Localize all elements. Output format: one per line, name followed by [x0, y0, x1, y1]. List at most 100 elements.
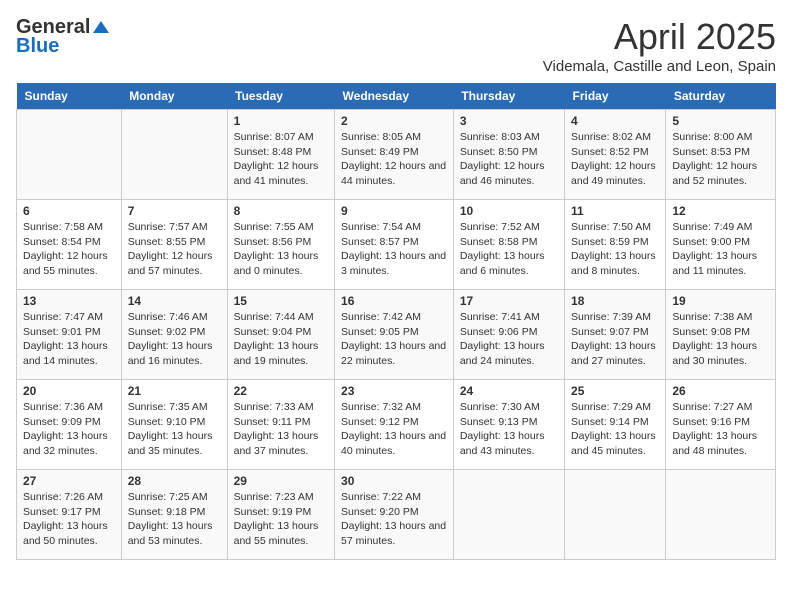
day-info: Sunrise: 7:42 AMSunset: 9:05 PMDaylight:…: [341, 310, 447, 369]
day-number: 23: [341, 384, 447, 398]
day-info: Sunrise: 7:29 AMSunset: 9:14 PMDaylight:…: [571, 400, 659, 459]
day-cell: 19 Sunrise: 7:38 AMSunset: 9:08 PMDayligh…: [666, 290, 776, 380]
day-number: 6: [23, 204, 115, 218]
day-cell: 20 Sunrise: 7:36 AMSunset: 9:09 PMDayligh…: [17, 380, 122, 470]
day-cell: 1 Sunrise: 8:07 AMSunset: 8:48 PMDaylight…: [227, 110, 334, 200]
column-header-tuesday: Tuesday: [227, 83, 334, 110]
day-cell: [453, 470, 564, 560]
day-cell: 18 Sunrise: 7:39 AMSunset: 9:07 PMDayligh…: [565, 290, 666, 380]
day-cell: 11 Sunrise: 7:50 AMSunset: 8:59 PMDayligh…: [565, 200, 666, 290]
day-cell: 6Sunrise: 7:58 AMSunset: 8:54 PMDaylight…: [17, 200, 122, 290]
day-cell: [17, 110, 122, 200]
day-number: 8: [234, 204, 328, 218]
week-row-4: 20 Sunrise: 7:36 AMSunset: 9:09 PMDayligh…: [17, 380, 776, 470]
day-info: Sunrise: 7:52 AMSunset: 8:58 PMDaylight:…: [460, 220, 558, 279]
day-info: Sunrise: 7:54 AMSunset: 8:57 PMDaylight:…: [341, 220, 447, 279]
day-cell: 14 Sunrise: 7:46 AMSunset: 9:02 PMDayligh…: [121, 290, 227, 380]
day-cell: 25 Sunrise: 7:29 AMSunset: 9:14 PMDayligh…: [565, 380, 666, 470]
column-header-saturday: Saturday: [666, 83, 776, 110]
day-cell: 2 Sunrise: 8:05 AMSunset: 8:49 PMDaylight…: [335, 110, 454, 200]
logo-blue: Blue: [16, 35, 59, 58]
day-info: Sunrise: 7:36 AMSunset: 9:09 PMDaylight:…: [23, 400, 115, 459]
calendar-subtitle: Videmala, Castille and Leon, Spain: [543, 58, 776, 75]
day-cell: [565, 470, 666, 560]
day-info: Sunrise: 8:07 AMSunset: 8:48 PMDaylight:…: [234, 130, 328, 189]
day-info: Sunrise: 7:50 AMSunset: 8:59 PMDaylight:…: [571, 220, 659, 279]
day-cell: 8 Sunrise: 7:55 AMSunset: 8:56 PMDaylight…: [227, 200, 334, 290]
day-cell: 10Sunrise: 7:52 AMSunset: 8:58 PMDayligh…: [453, 200, 564, 290]
day-info: Sunrise: 7:32 AMSunset: 9:12 PMDaylight:…: [341, 400, 447, 459]
day-info: Sunrise: 7:39 AMSunset: 9:07 PMDaylight:…: [571, 310, 659, 369]
day-info: Sunrise: 8:00 AMSunset: 8:53 PMDaylight:…: [672, 130, 769, 189]
day-number: 20: [23, 384, 115, 398]
day-number: 5: [672, 114, 769, 128]
day-cell: 15 Sunrise: 7:44 AMSunset: 9:04 PMDayligh…: [227, 290, 334, 380]
day-cell: 27Sunrise: 7:26 AMSunset: 9:17 PMDayligh…: [17, 470, 122, 560]
day-number: 19: [672, 294, 769, 308]
day-cell: 17 Sunrise: 7:41 AMSunset: 9:06 PMDayligh…: [453, 290, 564, 380]
day-cell: 21Sunrise: 7:35 AMSunset: 9:10 PMDayligh…: [121, 380, 227, 470]
title-area: April 2025 Videmala, Castille and Leon, …: [543, 16, 776, 75]
day-info: Sunrise: 7:30 AMSunset: 9:13 PMDaylight:…: [460, 400, 558, 459]
day-cell: 22Sunrise: 7:33 AMSunset: 9:11 PMDayligh…: [227, 380, 334, 470]
day-number: 22: [234, 384, 328, 398]
day-number: 28: [128, 474, 221, 488]
day-cell: 24 Sunrise: 7:30 AMSunset: 9:13 PMDayligh…: [453, 380, 564, 470]
day-info: Sunrise: 7:22 AMSunset: 9:20 PMDaylight:…: [341, 490, 447, 549]
day-number: 12: [672, 204, 769, 218]
column-header-sunday: Sunday: [17, 83, 122, 110]
day-number: 11: [571, 204, 659, 218]
day-info: Sunrise: 7:41 AMSunset: 9:06 PMDaylight:…: [460, 310, 558, 369]
day-cell: 13Sunrise: 7:47 AMSunset: 9:01 PMDayligh…: [17, 290, 122, 380]
day-info: Sunrise: 7:23 AMSunset: 9:19 PMDaylight:…: [234, 490, 328, 549]
day-info: Sunrise: 7:47 AMSunset: 9:01 PMDaylight:…: [23, 310, 115, 369]
day-info: Sunrise: 8:05 AMSunset: 8:49 PMDaylight:…: [341, 130, 447, 189]
day-info: Sunrise: 7:38 AMSunset: 9:08 PMDaylight:…: [672, 310, 769, 369]
day-number: 27: [23, 474, 115, 488]
day-cell: 29 Sunrise: 7:23 AMSunset: 9:19 PMDayligh…: [227, 470, 334, 560]
header-row: SundayMondayTuesdayWednesdayThursdayFrid…: [17, 83, 776, 110]
day-cell: 28 Sunrise: 7:25 AMSunset: 9:18 PMDayligh…: [121, 470, 227, 560]
day-cell: 9 Sunrise: 7:54 AMSunset: 8:57 PMDaylight…: [335, 200, 454, 290]
day-number: 1: [234, 114, 328, 128]
column-header-monday: Monday: [121, 83, 227, 110]
day-number: 2: [341, 114, 447, 128]
logo: General Blue: [16, 16, 109, 58]
day-number: 4: [571, 114, 659, 128]
day-number: 17: [460, 294, 558, 308]
day-number: 29: [234, 474, 328, 488]
day-number: 9: [341, 204, 447, 218]
day-cell: 5 Sunrise: 8:00 AMSunset: 8:53 PMDaylight…: [666, 110, 776, 200]
calendar-table: SundayMondayTuesdayWednesdayThursdayFrid…: [16, 83, 776, 560]
day-info: Sunrise: 7:55 AMSunset: 8:56 PMDaylight:…: [234, 220, 328, 279]
day-info: Sunrise: 7:44 AMSunset: 9:04 PMDaylight:…: [234, 310, 328, 369]
day-info: Sunrise: 7:57 AMSunset: 8:55 PMDaylight:…: [128, 220, 221, 279]
day-cell: 26 Sunrise: 7:27 AMSunset: 9:16 PMDayligh…: [666, 380, 776, 470]
day-number: 3: [460, 114, 558, 128]
day-number: 18: [571, 294, 659, 308]
day-info: Sunrise: 7:35 AMSunset: 9:10 PMDaylight:…: [128, 400, 221, 459]
day-info: Sunrise: 7:27 AMSunset: 9:16 PMDaylight:…: [672, 400, 769, 459]
logo-triangle-icon: [93, 21, 109, 33]
day-number: 14: [128, 294, 221, 308]
day-cell: 7 Sunrise: 7:57 AMSunset: 8:55 PMDaylight…: [121, 200, 227, 290]
day-info: Sunrise: 7:25 AMSunset: 9:18 PMDaylight:…: [128, 490, 221, 549]
column-header-wednesday: Wednesday: [335, 83, 454, 110]
week-row-1: 1 Sunrise: 8:07 AMSunset: 8:48 PMDaylight…: [17, 110, 776, 200]
week-row-3: 13Sunrise: 7:47 AMSunset: 9:01 PMDayligh…: [17, 290, 776, 380]
week-row-2: 6Sunrise: 7:58 AMSunset: 8:54 PMDaylight…: [17, 200, 776, 290]
day-cell: 30 Sunrise: 7:22 AMSunset: 9:20 PMDayligh…: [335, 470, 454, 560]
day-cell: 12 Sunrise: 7:49 AMSunset: 9:00 PMDayligh…: [666, 200, 776, 290]
day-cell: [121, 110, 227, 200]
day-cell: 16Sunrise: 7:42 AMSunset: 9:05 PMDayligh…: [335, 290, 454, 380]
day-number: 24: [460, 384, 558, 398]
day-number: 15: [234, 294, 328, 308]
day-info: Sunrise: 7:49 AMSunset: 9:00 PMDaylight:…: [672, 220, 769, 279]
day-number: 26: [672, 384, 769, 398]
day-number: 30: [341, 474, 447, 488]
day-number: 7: [128, 204, 221, 218]
day-info: Sunrise: 7:46 AMSunset: 9:02 PMDaylight:…: [128, 310, 221, 369]
day-info: Sunrise: 8:03 AMSunset: 8:50 PMDaylight:…: [460, 130, 558, 189]
day-number: 25: [571, 384, 659, 398]
day-cell: [666, 470, 776, 560]
